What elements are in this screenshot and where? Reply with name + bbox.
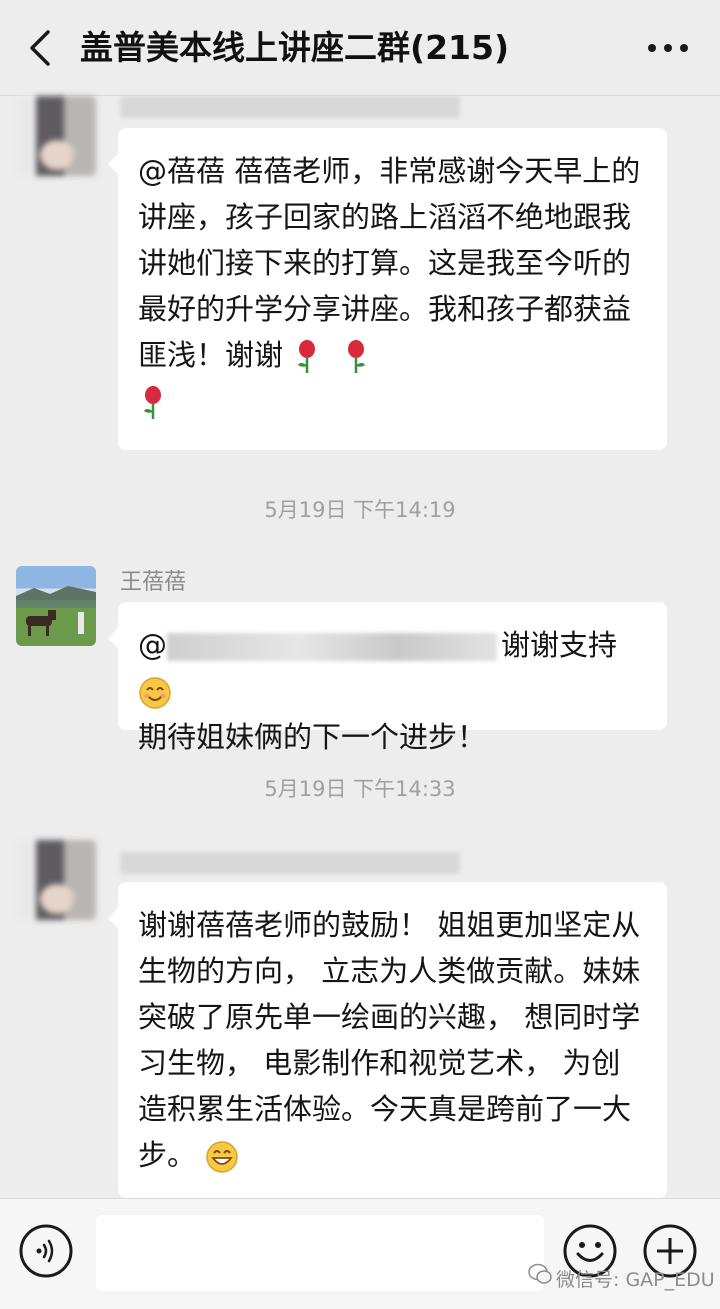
message-text-line2: 期待姐妹俩的下一个进步！ [138, 720, 487, 754]
rose-icon [298, 340, 316, 373]
avatar[interactable] [16, 566, 96, 646]
avatar[interactable] [16, 96, 96, 176]
sender-name-redacted [120, 96, 460, 118]
message-input[interactable] [96, 1215, 544, 1291]
sender-name: 王蓓蓓 [120, 570, 187, 595]
voice-icon[interactable] [18, 1223, 74, 1279]
back-arrow-icon[interactable] [22, 26, 58, 70]
chat-title: 盖普美本线上讲座二群(215) [80, 28, 510, 67]
timestamp: 5月19日 下午14:19 [264, 498, 456, 522]
watermark: 微信号: GAP_EDU [556, 1269, 715, 1291]
message-text: 谢谢支持 [501, 628, 618, 662]
rose-icon [144, 386, 161, 419]
message-text: @蓓蓓 蓓蓓老师，非常感谢今天早上的讲座，孩子回家的路上滔滔不绝地跟我讲她们接下… [138, 154, 641, 372]
grin-icon [206, 1141, 238, 1173]
more-dots-icon[interactable] [638, 30, 698, 66]
redacted-mention [167, 633, 497, 661]
timestamp: 5月19日 下午14:33 [264, 777, 456, 801]
message-text: 谢谢蓓蓓老师的鼓励！ 姐姐更加坚定从生物的方向， 立志为人类做贡献。妹妹突破了原… [138, 908, 641, 1172]
wechat-icon [528, 1263, 552, 1284]
message-bubble[interactable]: @ 谢谢支持 期待姐妹俩的下一个进步！ [108, 602, 667, 754]
sender-name-redacted [120, 852, 460, 874]
message-bubble[interactable]: 谢谢蓓蓓老师的鼓励！ 姐姐更加坚定从生物的方向， 立志为人类做贡献。妹妹突破了原… [108, 882, 667, 1198]
message-bubble[interactable]: @蓓蓓 蓓蓓老师，非常感谢今天早上的讲座，孩子回家的路上滔滔不绝地跟我讲她们接下… [108, 128, 667, 450]
rose-icon [348, 340, 366, 373]
smile-icon [139, 677, 171, 709]
input-bar [0, 1198, 720, 1309]
mention-prefix: @ [138, 628, 167, 662]
chat-header: 盖普美本线上讲座二群(215) [0, 0, 720, 96]
horse-photo [16, 586, 96, 636]
avatar[interactable] [16, 840, 96, 920]
